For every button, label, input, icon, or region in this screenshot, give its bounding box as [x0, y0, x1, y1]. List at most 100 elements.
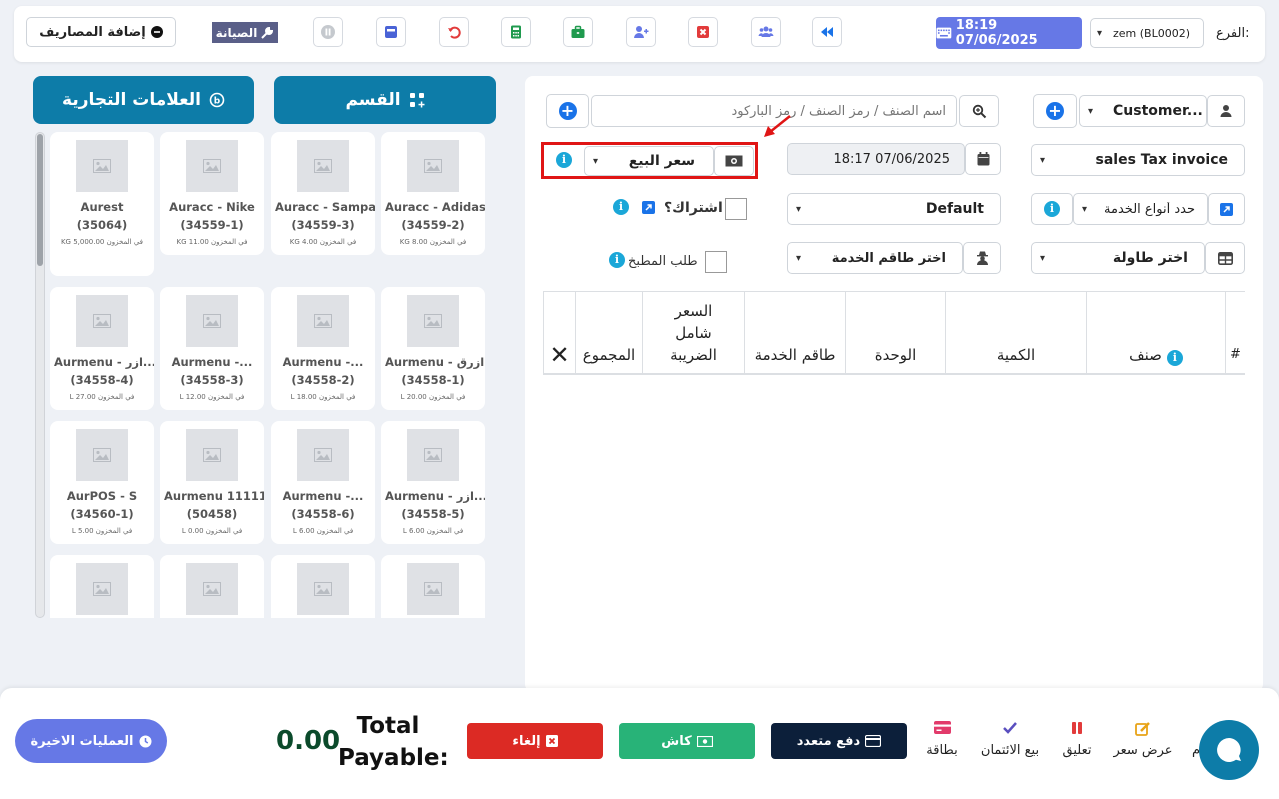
product-card[interactable]: Auracc - Nike (34559-1) KG 11.00 في المخزو… — [160, 132, 264, 255]
add-expenses-button[interactable]: إضافة المصاريف — [26, 17, 176, 47]
product-code: (34559-1) — [180, 218, 244, 232]
calculator-button[interactable] — [501, 17, 531, 47]
credit-sale-action[interactable]: بيع الائتمان — [972, 721, 1048, 758]
product-card[interactable]: Aurmenu -... (34558-2) L 18.00 في المخزون — [271, 287, 375, 410]
cash-button[interactable]: كاش — [619, 723, 755, 759]
product-stock: L 5.00 في المخزون — [71, 527, 133, 535]
product-card[interactable]: Aurmenu -... (34558-3) L 12.00 في المخزون — [160, 287, 264, 410]
chevron-down-icon: ▾ — [1097, 28, 1103, 39]
datetime-button[interactable]: 18:19 07/06/2025 — [936, 17, 1082, 49]
brands-button[interactable]: العلامات التجارية b — [33, 76, 254, 124]
external-link-icon[interactable] — [642, 201, 655, 214]
clear-items-button[interactable]: ✕ — [543, 292, 575, 374]
cancel-button[interactable]: إلغاء — [467, 723, 603, 759]
invoice-type-value: sales Tax invoice — [1095, 152, 1228, 168]
credit-sale-label: بيع الائتمان — [980, 743, 1040, 758]
user-secret-icon — [976, 251, 988, 265]
product-card[interactable]: Auracc - Adidas (34559-2) KG 8.00 في المخز… — [381, 132, 485, 255]
product-code: (34558-5) — [401, 507, 465, 521]
datetime-label: 18:19 07/06/2025 — [955, 18, 1038, 48]
product-card[interactable] — [50, 555, 154, 618]
chat-button[interactable] — [1199, 720, 1259, 780]
arrow-annotation-icon — [764, 115, 791, 137]
col-item: صنف i — [1086, 292, 1225, 374]
product-card[interactable]: Aurest (35064) KG 5,000.00 في المخزون — [50, 132, 154, 276]
info-icon[interactable]: i — [1044, 201, 1060, 217]
product-name: Auracc - Sampa — [275, 200, 375, 214]
close-register-button[interactable] — [688, 17, 718, 47]
product-card[interactable]: AurPOS - S (34560-1) L 5.00 في المخزون — [50, 421, 154, 544]
add-customer-inline-button[interactable]: + — [1033, 94, 1077, 128]
rewind-button[interactable] — [812, 17, 842, 47]
branch-value: zem (BL0002) — [1113, 26, 1191, 40]
close-icon: ✕ — [549, 341, 570, 369]
info-icon[interactable]: i — [1166, 350, 1183, 366]
user-icon — [1220, 105, 1232, 117]
table-icon — [1217, 251, 1233, 265]
image-placeholder-icon — [186, 140, 238, 192]
section-label: القسم — [345, 90, 401, 110]
product-card[interactable]: Aurmenu 11111 (50458) L 0.00 في المخزون — [160, 421, 264, 544]
multi-pay-label: دفع متعدد — [796, 733, 861, 749]
multi-pay-button[interactable]: دفع متعدد — [771, 723, 907, 759]
kitchen-order-checkbox[interactable] — [705, 251, 727, 273]
suspend-action[interactable]: تعليق — [1056, 721, 1098, 758]
register-icon — [385, 26, 397, 38]
pause-button[interactable] — [313, 17, 343, 47]
date-value: 18:17 07/06/2025 — [833, 151, 950, 167]
total-payable-label: Total Payable: — [338, 713, 449, 771]
image-placeholder-icon — [407, 140, 459, 192]
highlight-box — [541, 142, 758, 179]
check-icon — [1003, 722, 1017, 734]
undo-button[interactable] — [439, 17, 469, 47]
col-total: المجموع — [575, 292, 642, 374]
branch-select[interactable]: ▾ zem (BL0002) — [1090, 18, 1204, 48]
product-stock: L 18.00 في المخزون — [290, 393, 356, 401]
calendar-button[interactable] — [965, 143, 1001, 175]
product-card[interactable] — [271, 555, 375, 618]
card-action[interactable]: بطاقة — [920, 721, 964, 758]
quotation-action[interactable]: عرض سعر — [1108, 721, 1178, 758]
product-code: (34558-4) — [70, 373, 134, 387]
product-name: Aurmenu - ازر... — [54, 355, 154, 369]
money-icon — [696, 735, 713, 747]
search-button[interactable] — [959, 95, 999, 127]
scrollbar-thumb[interactable] — [37, 134, 43, 266]
svg-text:b: b — [214, 97, 221, 107]
product-card[interactable]: Aurmenu - ازر... (34558-5) L 6.00 في المخز… — [381, 421, 485, 544]
chevron-down-icon: ▾ — [1082, 203, 1088, 215]
product-card[interactable]: Aurmenu - ازرق (34558-1) L 20.00 في المخزو… — [381, 287, 485, 410]
product-name: AurPOS - S — [66, 489, 138, 503]
subscription-checkbox[interactable] — [725, 198, 747, 220]
service-types-link-button[interactable] — [1208, 193, 1245, 225]
briefcase-button[interactable] — [563, 17, 593, 47]
users-button[interactable] — [751, 17, 781, 47]
maintenance-button[interactable]: الصيانة — [212, 22, 278, 43]
register-button[interactable] — [376, 17, 406, 47]
service-types-select[interactable]: ▾ حدد أنواع الخدمة — [1073, 193, 1208, 225]
product-card[interactable] — [160, 555, 264, 618]
product-card[interactable]: Auracc - Sampa (34559-3) KG 4.00 في المخزو… — [271, 132, 375, 255]
recent-transactions-button[interactable]: العمليات الاخيرة — [15, 719, 167, 763]
grid-plus-icon — [409, 93, 425, 108]
table-icon-box — [1205, 242, 1245, 274]
section-button[interactable]: القسم — [274, 76, 496, 124]
table-select[interactable]: ▾ اختر طاولة — [1031, 242, 1205, 274]
add-customer-button[interactable] — [626, 17, 656, 47]
product-stock: L 0.00 في المخزون — [181, 527, 243, 535]
product-card[interactable] — [381, 555, 485, 618]
brand-icon: b — [209, 92, 225, 108]
add-product-button[interactable]: + — [546, 94, 589, 128]
info-icon[interactable]: i — [613, 199, 629, 215]
info-icon[interactable]: i — [609, 252, 625, 268]
product-card[interactable]: Aurmenu -... (34558-6) L 6.00 في المخزون — [271, 421, 375, 544]
bottom-bar: العمليات الاخيرة 0.00 Total Payable: إلغ… — [0, 688, 1279, 799]
default-select[interactable]: ▾ Default — [787, 193, 1001, 225]
product-code: (34559-3) — [291, 218, 355, 232]
invoice-type-select[interactable]: ▾ sales Tax invoice — [1031, 144, 1245, 176]
scrollbar[interactable] — [35, 132, 45, 618]
customer-select[interactable]: ▾ Customer... — [1079, 95, 1207, 127]
product-card[interactable]: Aurmenu - ازر... (34558-4) L 27.00 في المخ… — [50, 287, 154, 410]
date-input[interactable]: 18:17 07/06/2025 — [787, 143, 965, 175]
service-staff-select[interactable]: ▾ اختر طاقم الخدمة — [787, 242, 963, 274]
